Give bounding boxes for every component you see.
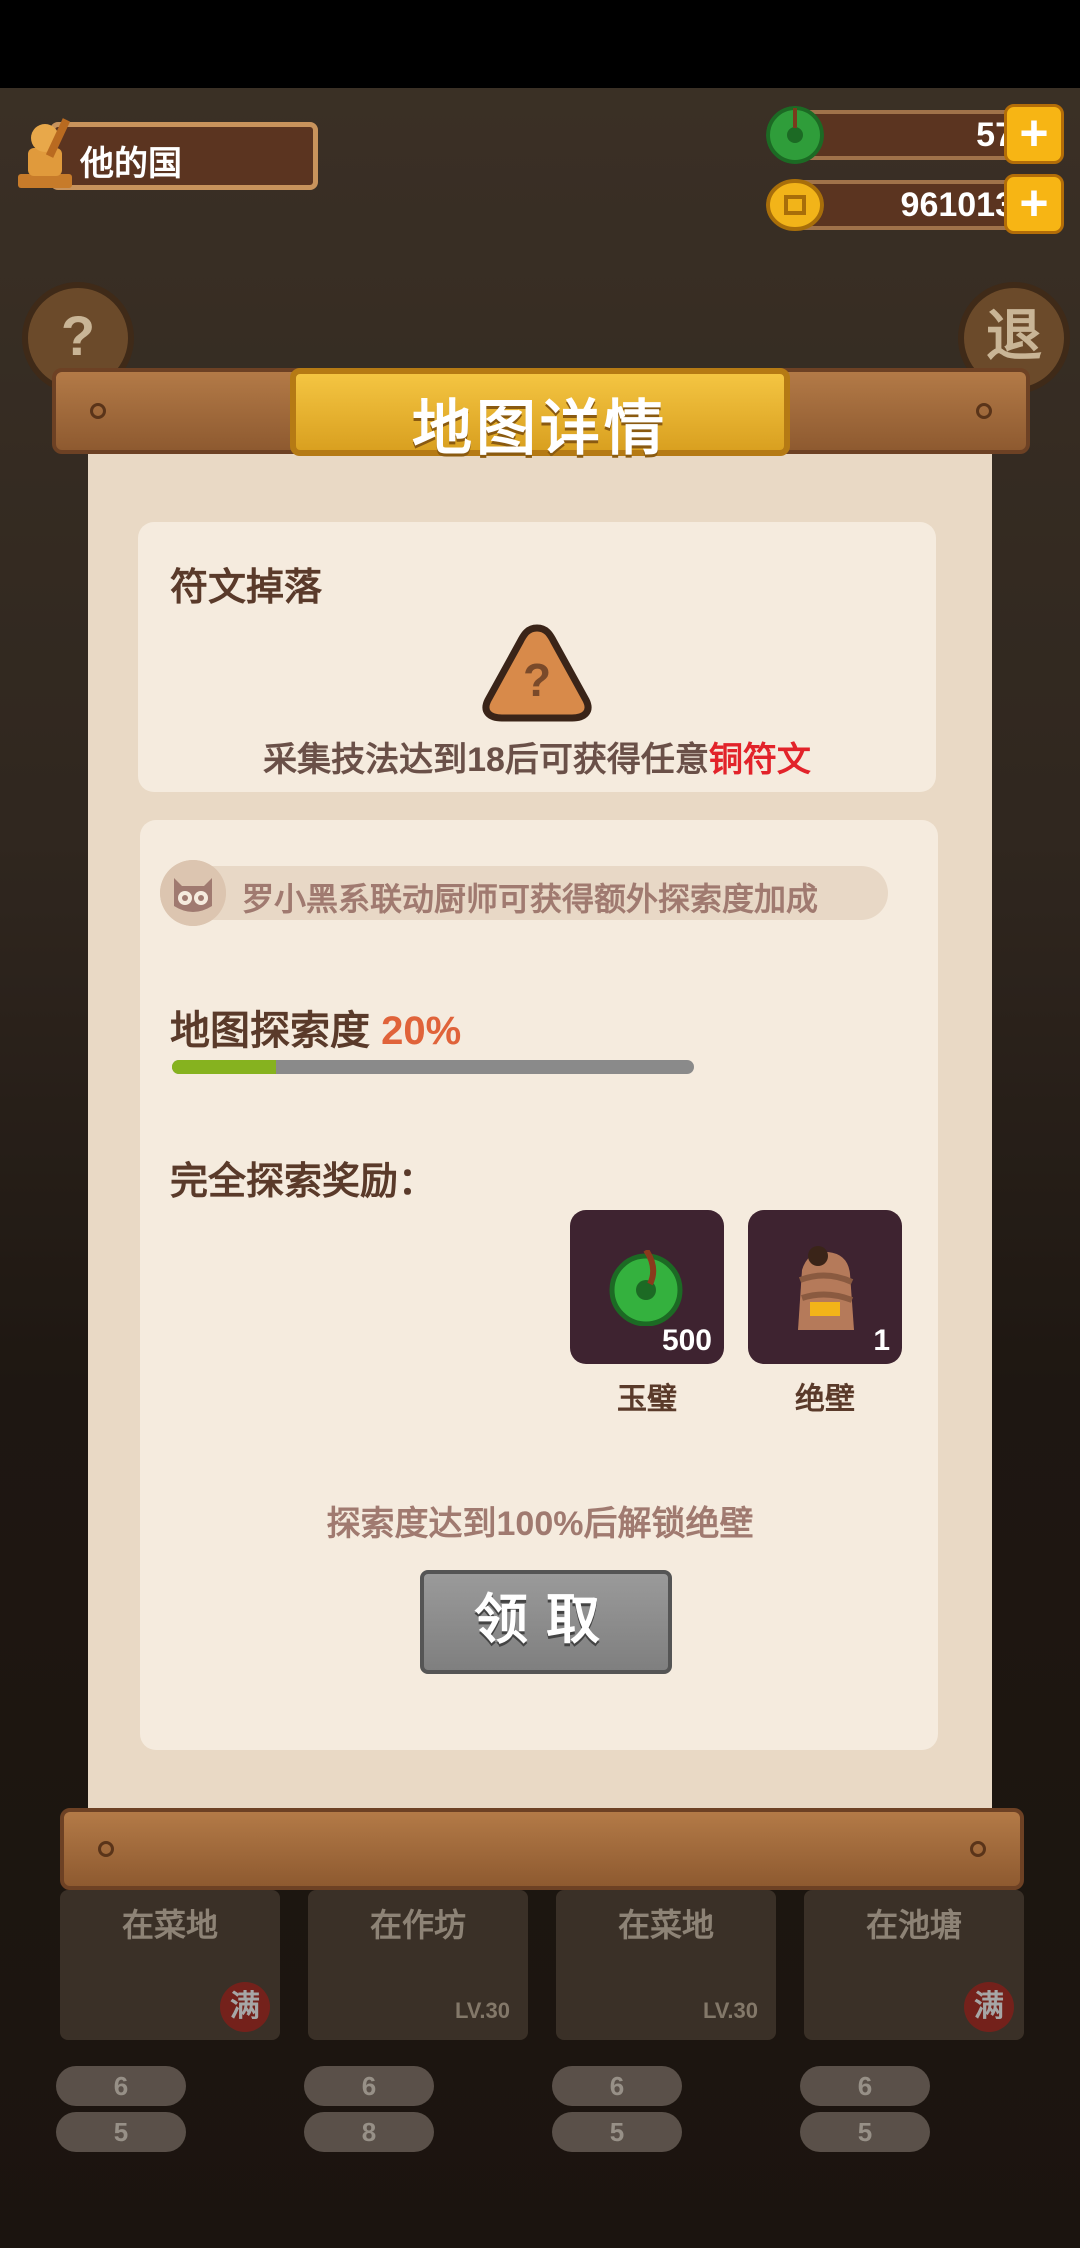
nail [976,403,992,419]
kingdom-name: 他的国 [80,145,182,183]
status-bar [0,0,1080,88]
rune-requirement-text: 采集技法达到18后可获得任意 [263,741,709,779]
rune-drop-heading: 符文掉落 [170,567,323,609]
add-jade-button[interactable]: + [1004,104,1064,164]
jade-disc-icon [766,106,824,164]
nail [970,1841,986,1857]
exploration-progress-fill [172,1060,277,1074]
panel-title: 地图详情 [412,395,668,462]
exploration-progress-bar [172,1060,694,1074]
cliff-icon [798,1246,854,1330]
svg-text:?: ? [523,654,551,706]
add-coin-button[interactable]: + [1004,174,1064,234]
panel-title-plate: 地图详情 [290,368,790,462]
rune-drop-section: 符文掉落 ? 采集技法达到18后可获得任意铜符文 [138,522,936,792]
jade-counter: 57 + [754,104,1064,164]
reward-name: 绝壁 [795,1383,855,1416]
reward-name: 玉璧 [617,1383,677,1416]
reward-item-cliff[interactable]: 1 [748,1210,902,1364]
nail [98,1841,114,1857]
exploration-label: 地图探索度 20% [170,998,461,1056]
rune-requirement: 采集技法达到18后可获得任意铜符文 [138,732,936,781]
claim-button[interactable]: 领取 [420,1570,672,1674]
coin-icon [766,179,824,231]
coin-counter: 961013 + [754,174,1064,234]
exploration-percent: 20% [381,1009,462,1053]
nail [90,403,106,419]
kingdom-header[interactable]: 他的国 [10,118,320,192]
statue-icon [18,118,72,188]
jade-disc-icon [609,1250,683,1326]
full-reward-label: 完全探索奖励： [170,1161,437,1203]
reward-count: 500 [661,1324,712,1357]
unlock-note: 探索度达到100%后解锁绝壁 [326,1505,754,1543]
reward-item-jade[interactable]: 500 [570,1210,724,1364]
rune-type: 铜符文 [708,741,811,779]
bottom-plank [60,1808,1024,1890]
coin-count: 961013 [900,186,1014,224]
unknown-rune-icon: ? [482,624,592,722]
reward-count: 1 [873,1324,890,1357]
owl-icon [160,860,226,926]
collab-hint-text: 罗小黑系联动厨师可获得额外探索度加成 [242,881,819,917]
exploration-label-text: 地图探索度 [170,1009,370,1053]
collab-hint: 罗小黑系联动厨师可获得额外探索度加成 [160,860,888,926]
